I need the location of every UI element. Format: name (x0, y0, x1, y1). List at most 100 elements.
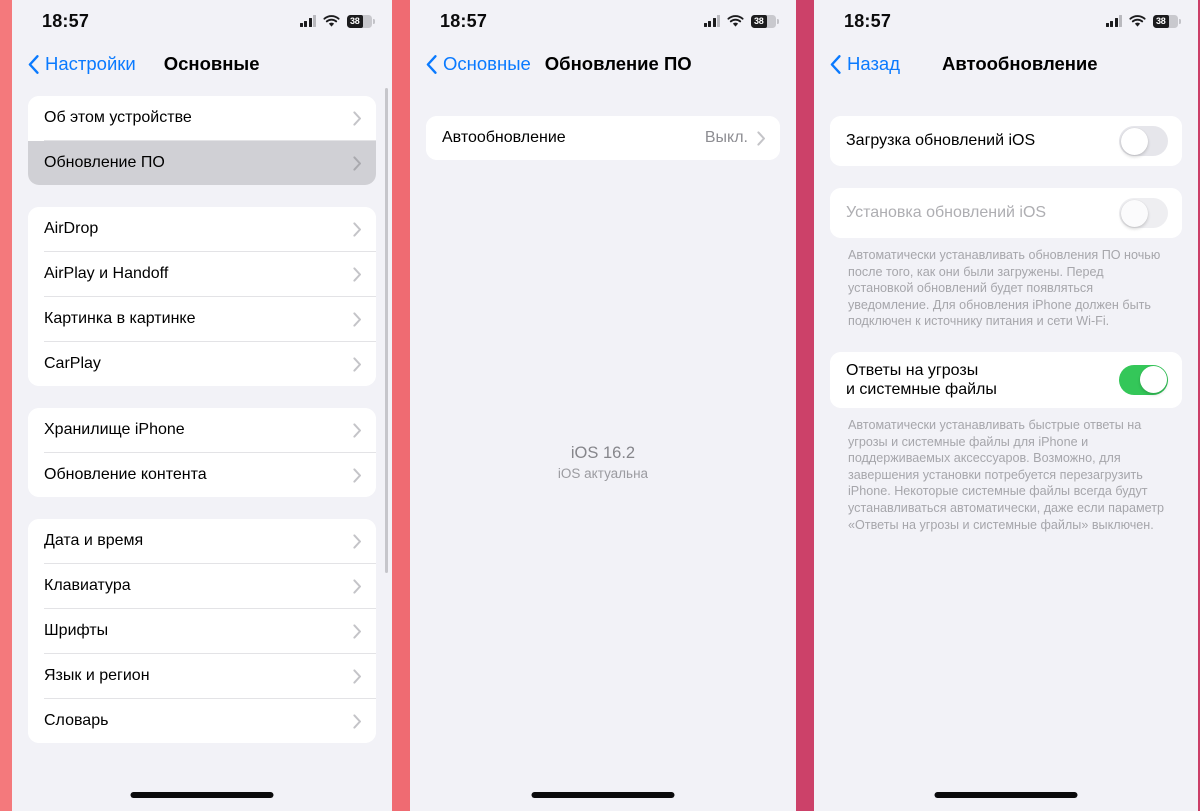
gutter-between-2-3 (796, 0, 814, 811)
battery-icon: 38 (347, 14, 375, 28)
list-item-airplay-handoff[interactable]: AirPlay и Handoff (28, 252, 376, 296)
list-item-carplay[interactable]: CarPlay (28, 342, 376, 386)
settings-group-security-response: Ответы на угрозы и системные файлы (830, 351, 1182, 408)
nav-bar-2: Основные Обновление ПО (410, 42, 796, 86)
home-indicator (130, 792, 274, 798)
chevron-right-icon (353, 266, 362, 282)
footnote-security-responses: Автоматически устанавливать быстрые отве… (848, 417, 1164, 532)
software-update-list: Автообновление Выкл. (410, 86, 796, 160)
battery-level-label: 38 (350, 15, 360, 26)
toggle-install-ios-updates[interactable] (1119, 198, 1168, 228)
settings-group-locale: Дата и время Клавиатура Шрифты Язык и ре… (28, 519, 376, 743)
back-button-back[interactable]: Назад (830, 53, 900, 75)
wifi-icon (323, 14, 340, 28)
chevron-right-icon (757, 130, 766, 146)
list-item-label: Клавиатура (44, 577, 131, 594)
security-responses-line2: и системные файлы (846, 380, 997, 398)
status-icons: 38 (703, 14, 779, 28)
footnote-install-ios-updates: Автоматически устанавливать обновления П… (848, 248, 1161, 329)
chevron-right-icon (353, 110, 362, 126)
list-item-label: Обновление контента (44, 466, 207, 483)
list-item-dictionary[interactable]: Словарь (28, 699, 376, 743)
cellular-signal-icon (1105, 15, 1122, 27)
settings-list-1: Об этом устройстве Обновление ПО AirDrop… (12, 86, 392, 743)
cellular-signal-icon (703, 15, 720, 27)
gutter-between-1-2 (392, 0, 410, 811)
list-item-label: AirDrop (44, 220, 99, 237)
back-button-general[interactable]: Основные (426, 53, 531, 75)
list-item-label: Дата и время (44, 532, 144, 549)
battery-icon: 38 (1153, 14, 1181, 28)
settings-group-download-updates: Загрузка обновлений iOS (830, 116, 1182, 166)
page-title-1: Основные (163, 53, 260, 74)
list-item-label: Об этом устройстве (44, 109, 192, 126)
nav-bar-1: Настройки Основные (12, 42, 392, 86)
phone-screen-general-settings: 18:57 38 Настройки Основные Об этом устр… (12, 0, 392, 811)
list-item-airdrop[interactable]: AirDrop (28, 207, 376, 251)
chevron-right-icon (353, 311, 362, 327)
list-item-label: Шрифты (44, 622, 109, 639)
nav-bar-3: Назад Автообновление (814, 42, 1198, 86)
chevron-right-icon (353, 422, 362, 438)
gutter-left (0, 0, 12, 811)
back-button-label: Назад (847, 53, 901, 74)
status-time: 18:57 (844, 10, 892, 31)
battery-level-label: 38 (1156, 15, 1166, 26)
battery-level-label: 38 (754, 15, 764, 26)
chevron-right-icon (353, 221, 362, 237)
status-icons: 38 (299, 14, 375, 28)
settings-group-install-updates: Установка обновлений iOS (830, 188, 1182, 238)
toggle-download-ios-updates[interactable] (1119, 126, 1168, 156)
row-download-ios-updates[interactable]: Загрузка обновлений iOS (830, 116, 1182, 166)
list-item-picture-in-picture[interactable]: Картинка в картинке (28, 297, 376, 341)
list-item-language-region[interactable]: Язык и регион (28, 654, 376, 698)
list-item-value: Выкл. (704, 129, 748, 146)
page-title-3: Автообновление (942, 53, 1098, 74)
row-label-security-responses: Ответы на угрозы и системные файлы (846, 361, 1119, 399)
wifi-icon (727, 14, 744, 28)
security-responses-line1: Ответы на угрозы (846, 361, 979, 379)
list-item-label: AirPlay и Handoff (44, 265, 169, 282)
status-time: 18:57 (440, 10, 488, 31)
status-bar-1: 18:57 38 (12, 0, 392, 42)
chevron-right-icon (353, 356, 362, 372)
chevron-left-icon (28, 54, 39, 74)
chevron-right-icon (353, 713, 362, 729)
ios-version-label: iOS 16.2 (570, 444, 636, 462)
chevron-right-icon (353, 578, 362, 594)
chevron-right-icon (353, 533, 362, 549)
phone-screen-software-update: 18:57 38 Основные Обновление ПО Автообно… (410, 0, 796, 811)
back-button-label: Настройки (45, 53, 136, 74)
toggle-security-responses[interactable] (1119, 364, 1168, 395)
row-security-responses[interactable]: Ответы на угрозы и системные файлы (830, 351, 1182, 408)
chevron-right-icon (353, 623, 362, 639)
list-item-label: Язык и регион (44, 667, 150, 684)
cellular-signal-icon (299, 15, 316, 27)
status-time: 18:57 (42, 10, 90, 31)
list-item-label: Автообновление (442, 129, 566, 146)
list-item-about[interactable]: Об этом устройстве (28, 96, 376, 140)
status-icons: 38 (1105, 14, 1181, 28)
status-bar-2: 18:57 38 (410, 0, 796, 42)
scrollbar-vertical[interactable] (385, 88, 388, 573)
list-item-background-refresh[interactable]: Обновление контента (28, 453, 376, 497)
chevron-left-icon (830, 54, 841, 74)
chevron-right-icon (353, 467, 362, 483)
list-item-label: Обновление ПО (44, 154, 165, 171)
list-item-date-time[interactable]: Дата и время (28, 519, 376, 563)
list-item-software-update[interactable]: Обновление ПО (28, 141, 376, 185)
row-install-ios-updates[interactable]: Установка обновлений iOS (830, 188, 1182, 238)
list-item-iphone-storage[interactable]: Хранилище iPhone (28, 408, 376, 452)
settings-group-auto-update: Автообновление Выкл. (426, 116, 780, 160)
row-label-install-ios-updates: Установка обновлений iOS (846, 204, 1047, 221)
row-label-download-ios-updates: Загрузка обновлений iOS (846, 132, 1036, 149)
list-item-automatic-updates[interactable]: Автообновление Выкл. (426, 116, 780, 160)
home-indicator (934, 792, 1078, 798)
back-button-settings[interactable]: Настройки (28, 53, 136, 75)
automatic-updates-list: Загрузка обновлений iOS Установка обновл… (814, 86, 1198, 533)
list-item-label: Картинка в картинке (44, 310, 196, 327)
list-item-fonts[interactable]: Шрифты (28, 609, 376, 653)
ios-up-to-date-label: iOS актуальна (557, 466, 649, 481)
list-item-keyboard[interactable]: Клавиатура (28, 564, 376, 608)
wifi-icon (1129, 14, 1146, 28)
